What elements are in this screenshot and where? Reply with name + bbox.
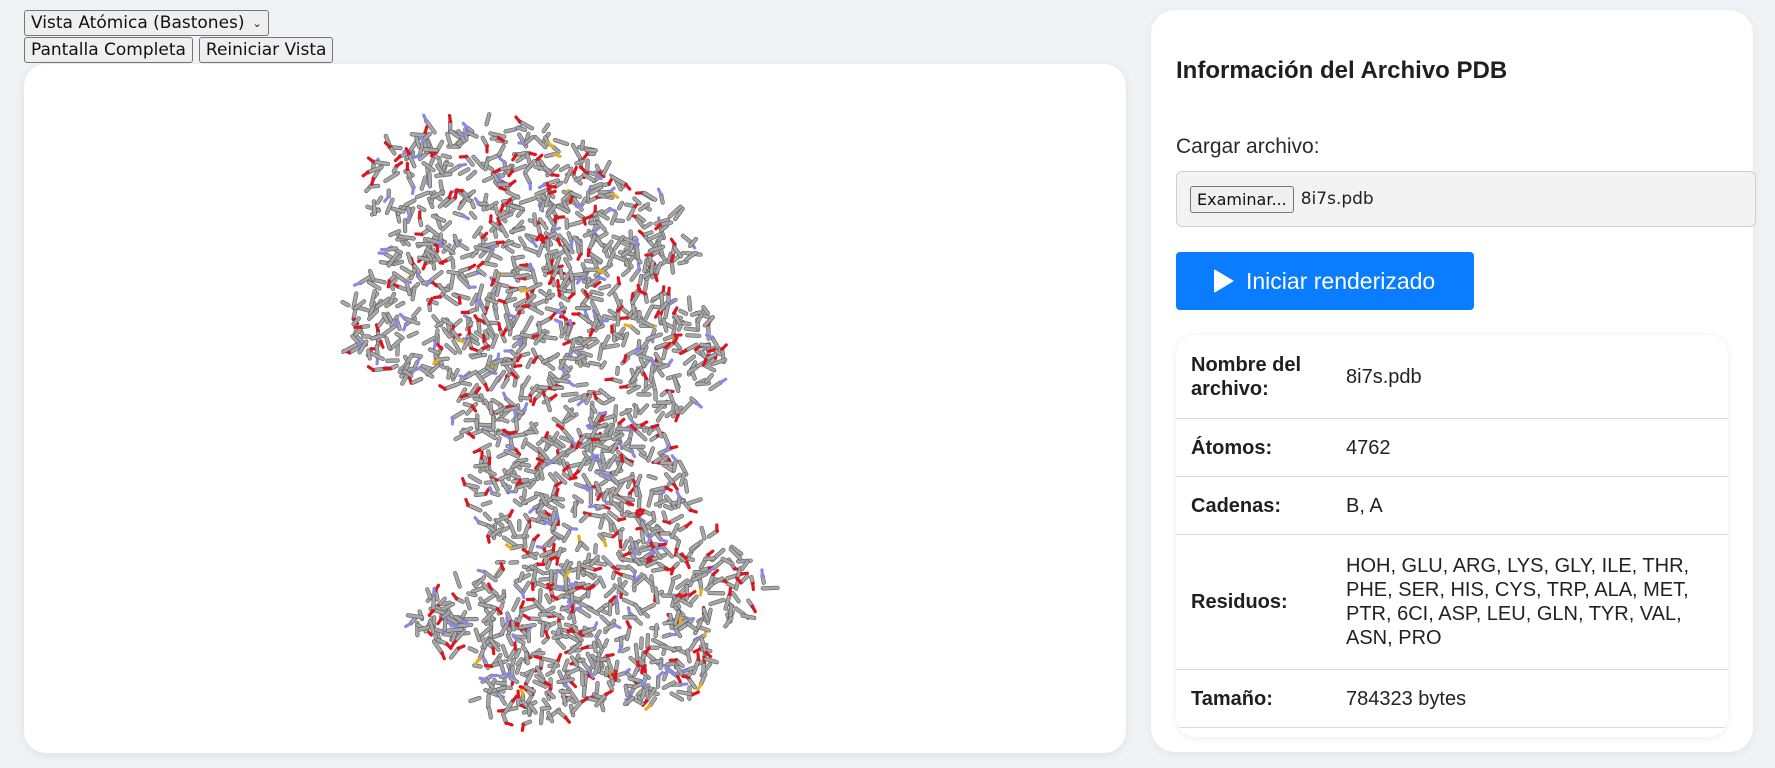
upload-label: Cargar archivo: [1176,135,1320,158]
info-key: Nombre del archivo: [1191,353,1302,400]
fullscreen-button[interactable]: Pantalla Completa [24,37,193,63]
start-render-label: Iniciar renderizado [1246,267,1436,294]
play-icon [1214,269,1234,293]
info-row-filename: Nombre del archivo: 8i7s.pdb [1176,335,1728,419]
selected-file-name: 8i7s.pdb [1300,189,1374,209]
file-input[interactable]: Examinar... 8i7s.pdb [1176,171,1756,227]
molecule-canvas[interactable] [24,64,1126,753]
info-value: HOH, GLU, ARG, LYS, GLY, ILE, THR, PHE, … [1346,555,1690,649]
molecule-viewer[interactable] [24,64,1126,753]
info-row-chains: Cadenas: B, A [1176,477,1728,535]
info-value: 4762 [1346,436,1391,459]
info-row-atoms: Átomos: 4762 [1176,419,1728,477]
info-key: Residuos: [1191,591,1288,613]
chevron-down-icon: ⌄ [252,16,262,30]
start-render-button[interactable]: Iniciar renderizado [1176,252,1474,310]
panel-title: Información del Archivo PDB [1176,57,1508,84]
info-panel: Información del Archivo PDB Cargar archi… [1151,10,1756,752]
info-value: 784323 bytes [1346,687,1467,710]
view-mode-select[interactable]: Vista Atómica (Bastones) ⌄ [24,10,269,36]
browse-button[interactable]: Examinar... [1190,185,1294,213]
view-mode-value: Vista Atómica (Bastones) [31,13,245,33]
info-key: Átomos: [1191,436,1273,459]
info-row-size: Tamaño: 784323 bytes [1176,670,1728,728]
info-value: 8i7s.pdb [1346,365,1422,388]
info-key: Tamaño: [1191,687,1273,710]
info-row-residues: Residuos: HOH, GLU, ARG, LYS, GLY, ILE, … [1176,535,1728,670]
info-value: B, A [1346,494,1383,517]
reset-view-button[interactable]: Reiniciar Vista [198,37,334,63]
view-controls: Vista Atómica (Bastones) ⌄ [24,10,269,36]
viewer-buttons: Pantalla Completa Reiniciar Vista [24,37,334,63]
file-info-table: Nombre del archivo: 8i7s.pdb Átomos: 476… [1176,335,1728,737]
info-key: Cadenas: [1191,494,1282,517]
